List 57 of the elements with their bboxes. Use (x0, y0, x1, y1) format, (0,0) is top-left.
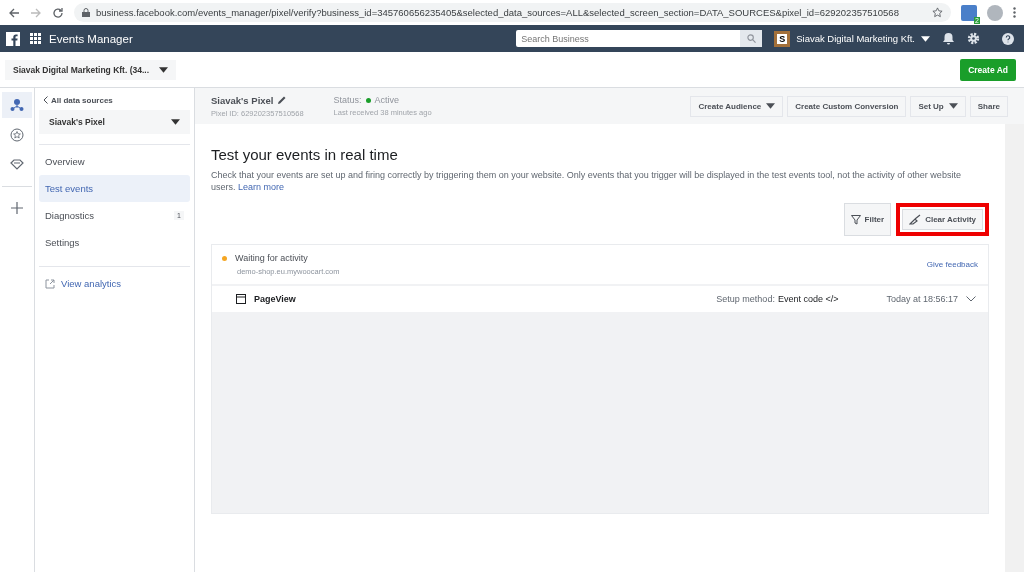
more-icon[interactable] (1013, 7, 1016, 18)
address-bar[interactable]: business.facebook.com/events_manager/pixel/verify?business_id=345760656235405&selected_data_sources=ALL&selected_screen_section=DATA_SOURCES&pixel_id=629202357510568 (74, 3, 951, 22)
search-button[interactable] (740, 30, 763, 47)
event-row[interactable]: PageView Setup method: Event code </> Today at 18:56:17 (212, 286, 988, 312)
caret-icon (921, 35, 930, 42)
event-name: PageView (254, 294, 296, 304)
app-title: Events Manager (49, 32, 133, 45)
status-dot (365, 97, 371, 103)
pencil-icon[interactable] (278, 96, 287, 104)
star-icon[interactable] (932, 7, 943, 18)
pixel-name: Siavak's Pixel (211, 94, 274, 106)
people-icon (10, 98, 24, 112)
apps-grid-icon[interactable] (30, 33, 41, 44)
back-link[interactable]: All data sources (43, 96, 190, 105)
star-icon (10, 128, 24, 142)
action-button[interactable]: Share (969, 95, 1008, 117)
logo-icon[interactable] (6, 31, 20, 46)
setup-method-text: Setup method: Event code </> (716, 294, 839, 304)
lock-icon (82, 8, 90, 17)
help-icon[interactable] (1002, 32, 1014, 45)
feedback-link[interactable]: Give feedback (926, 260, 978, 269)
description-text: Check that your events are set up and firing correctly by triggering them on your website. Only events that you trigger will be displayed in the test events tool, not the activity of other website users. Learn more (211, 169, 962, 193)
create-ad-button[interactable]: Create Ad (960, 58, 1016, 81)
account-switcher[interactable]: S Siavak Digital Marketing Kft. (774, 30, 942, 47)
action-button[interactable]: Set Up (910, 95, 966, 117)
status-label: Status: (333, 95, 362, 105)
browser-window-icon (236, 294, 246, 304)
settings-icon[interactable] (967, 32, 980, 45)
status-dot (222, 255, 227, 261)
caret-icon (159, 66, 169, 73)
chevron-left-icon (43, 96, 48, 104)
data-source-selector[interactable]: Siavak's Pixel (39, 110, 190, 134)
action-button[interactable]: Create Audience (690, 95, 784, 117)
sidebar-item[interactable]: Test events (39, 175, 190, 202)
chevron-icon[interactable] (966, 296, 976, 302)
event-time: Today at 18:56:17 (886, 294, 958, 304)
learn-more-link[interactable]: Learn more (238, 182, 285, 192)
business-selector[interactable]: Siavak Digital Marketing Kft. (34... (5, 59, 177, 80)
status-value: Active (374, 95, 400, 105)
page-heading: Test your events in real time (211, 146, 399, 163)
reload-icon[interactable] (52, 6, 64, 19)
sidebar-item[interactable]: Overview (39, 148, 190, 175)
rail-tab[interactable] (2, 92, 32, 118)
sidebar-item[interactable]: Settings (39, 229, 190, 256)
caret-icon (171, 119, 180, 125)
external-link-icon (45, 278, 55, 289)
bell-icon[interactable] (942, 32, 955, 45)
clear-activity-button[interactable]: Clear Activity (902, 209, 983, 230)
plus-icon (11, 202, 23, 214)
filter-icon (850, 214, 861, 225)
activity-status: Waiting for activity (235, 253, 308, 263)
action-button[interactable]: Create Custom Conversion (787, 95, 907, 117)
search-field[interactable]: Search Business (516, 30, 741, 47)
filter-button[interactable]: Filter (843, 203, 892, 236)
view-analytics-link[interactable]: View analytics (39, 270, 190, 297)
url-text: business.facebook.com/events_manager/pixel/verify?business_id=345760656235405&selected_data_sources=ALL&selected_screen_section=DATA_SOURCES&pixel_id=629202357510568 (96, 7, 899, 18)
back-arrow-icon[interactable] (8, 6, 20, 19)
